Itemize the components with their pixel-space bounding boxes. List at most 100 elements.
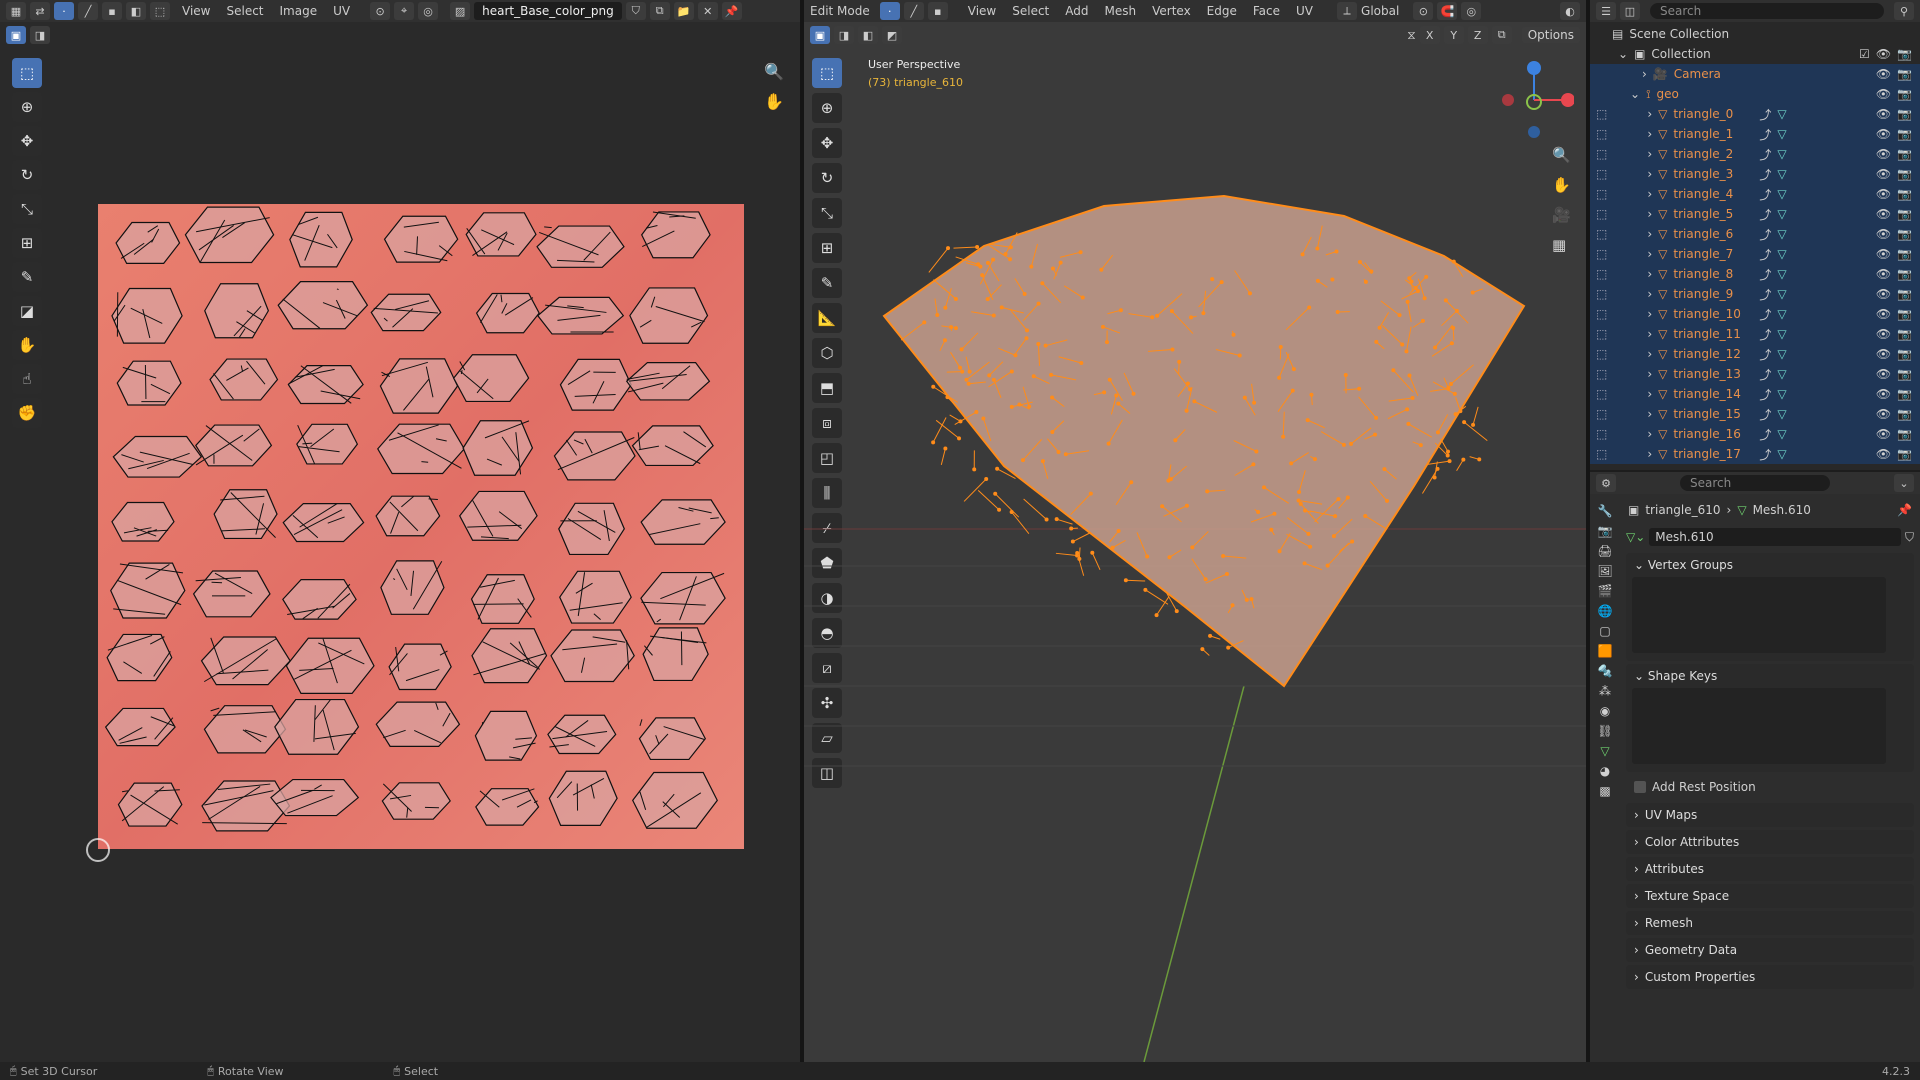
render-icon[interactable]: 📷 bbox=[1897, 427, 1912, 441]
snap-magnet-icon[interactable]: 🧲 bbox=[1437, 2, 1458, 20]
expand-icon[interactable]: › bbox=[1647, 147, 1652, 161]
cursor-tool-icon[interactable]: ⊕ bbox=[12, 92, 42, 122]
outliner-row-triangle[interactable]: ⬚ › ▽ triangle_9 ⤴ ▽ 👁 📷 bbox=[1590, 284, 1920, 304]
render-icon[interactable]: 📷 bbox=[1897, 307, 1912, 321]
collapsed-panel[interactable]: › Geometry Data bbox=[1626, 938, 1914, 962]
fake-user-icon[interactable]: ⛉ bbox=[625, 2, 646, 20]
edit-mode-icon[interactable]: ⬚ bbox=[1596, 267, 1607, 281]
edit-mode-icon[interactable]: ⬚ bbox=[1596, 207, 1607, 221]
render-icon[interactable]: 📷 bbox=[1897, 167, 1912, 181]
outliner-row-triangle[interactable]: ⬚ › ▽ triangle_7 ⤴ ▽ 👁 📷 bbox=[1590, 244, 1920, 264]
expand-icon[interactable]: › bbox=[1647, 407, 1652, 421]
orientation-icon[interactable]: ⟂ bbox=[1337, 2, 1358, 20]
shape-keys-header[interactable]: ⌄ Shape Keys bbox=[1626, 664, 1914, 688]
visibility-icon[interactable]: 👁 bbox=[1876, 387, 1891, 401]
navigation-gizmo[interactable] bbox=[1494, 60, 1575, 140]
auto-merge-icon[interactable]: ⧉ bbox=[1491, 26, 1512, 44]
render-tab-icon[interactable]: 📷 bbox=[1598, 524, 1613, 538]
camera-view-icon[interactable]: 🎥 bbox=[1552, 206, 1571, 224]
vertex-groups-header[interactable]: ⌄ Vertex Groups bbox=[1626, 553, 1914, 577]
visibility-icon[interactable]: 👁 bbox=[1876, 87, 1891, 101]
expand-icon[interactable]: › bbox=[1647, 367, 1652, 381]
collection-row[interactable]: ⌄ ▣ Collection ☑ 👁 📷 bbox=[1590, 44, 1920, 64]
unlink-image-icon[interactable]: ✕ bbox=[697, 2, 718, 20]
render-icon[interactable]: 📷 bbox=[1897, 387, 1912, 401]
expand-icon[interactable]: › bbox=[1647, 347, 1652, 361]
outliner-row-triangle[interactable]: ⬚ › ▽ triangle_6 ⤴ ▽ 👁 📷 bbox=[1590, 224, 1920, 244]
add-rest-position-checkbox[interactable] bbox=[1634, 781, 1646, 793]
outliner-row-triangle[interactable]: ⬚ › ▽ triangle_10 ⤴ ▽ 👁 📷 bbox=[1590, 304, 1920, 324]
display-mode-icon[interactable]: ◫ bbox=[1620, 2, 1640, 20]
vp-menu-select[interactable]: Select bbox=[1012, 4, 1049, 18]
outliner-row-camera[interactable]: › 🎥 Camera 👁 📷 bbox=[1590, 64, 1920, 84]
visibility-icon[interactable]: 👁 bbox=[1876, 187, 1891, 201]
outliner-row-triangle[interactable]: ⬚ › ▽ triangle_5 ⤴ ▽ 👁 📷 bbox=[1590, 204, 1920, 224]
render-icon[interactable]: 📷 bbox=[1897, 127, 1912, 141]
outliner-search[interactable]: Search bbox=[1650, 3, 1884, 19]
outliner-row-triangle[interactable]: ⬚ › ▽ triangle_1 ⤴ ▽ 👁 📷 bbox=[1590, 124, 1920, 144]
move-tool-icon[interactable]: ✥ bbox=[12, 126, 42, 156]
expand-icon[interactable]: › bbox=[1647, 427, 1652, 441]
grab-tool-icon[interactable]: ✋ bbox=[12, 330, 42, 360]
select-mode-new-icon[interactable]: ▣ bbox=[6, 26, 26, 44]
face-mode-icon[interactable]: ▪ bbox=[927, 2, 948, 20]
mirror-x[interactable]: X bbox=[1419, 26, 1440, 44]
outliner-row-triangle[interactable]: ⬚ › ▽ triangle_15 ⤴ ▽ 👁 📷 bbox=[1590, 404, 1920, 424]
properties-options-icon[interactable]: ⌄ bbox=[1894, 474, 1914, 492]
uv-image-canvas[interactable] bbox=[98, 204, 744, 849]
expand-icon[interactable]: › bbox=[1647, 307, 1652, 321]
mesh-browse-icon[interactable]: ▽⌄ bbox=[1626, 530, 1645, 544]
properties-editor-icon[interactable]: ⚙ bbox=[1596, 474, 1616, 492]
expand-icon[interactable]: › bbox=[1647, 107, 1652, 121]
edit-mode-icon[interactable]: ⬚ bbox=[1596, 127, 1607, 141]
sync-selection-icon[interactable]: ⇄ bbox=[30, 2, 50, 20]
render-icon[interactable]: 📷 bbox=[1897, 107, 1912, 121]
editor-type-icon[interactable]: ▦ bbox=[6, 2, 26, 20]
collection-tab-icon[interactable]: ▢ bbox=[1599, 624, 1610, 638]
render-icon[interactable]: 📷 bbox=[1897, 227, 1912, 241]
pan-icon[interactable]: ✋ bbox=[764, 92, 784, 111]
vp-menu-vertex[interactable]: Vertex bbox=[1152, 4, 1191, 18]
outliner-row-triangle[interactable]: ⬚ › ▽ triangle_11 ⤴ ▽ 👁 📷 bbox=[1590, 324, 1920, 344]
annotate-tool-icon[interactable]: ✎ bbox=[12, 262, 42, 292]
vertex-groups-list[interactable] bbox=[1632, 577, 1886, 653]
outliner-row-triangle[interactable]: ⬚ › ▽ triangle_3 ⤴ ▽ 👁 📷 bbox=[1590, 164, 1920, 184]
pivot-point-icon[interactable]: ⊙ bbox=[1413, 2, 1434, 20]
collapsed-panel[interactable]: › Color Attributes bbox=[1626, 830, 1914, 854]
collection-render-icon[interactable]: 📷 bbox=[1897, 47, 1912, 61]
outliner-row-triangle[interactable]: ⬚ › ▽ triangle_13 ⤴ ▽ 👁 📷 bbox=[1590, 364, 1920, 384]
outliner-editor-icon[interactable]: ☰ bbox=[1596, 2, 1616, 20]
collection-visibility-icon[interactable]: 👁 bbox=[1876, 47, 1891, 61]
object-tab-icon[interactable]: 🟧 bbox=[1598, 644, 1613, 658]
render-icon[interactable]: 📷 bbox=[1897, 347, 1912, 361]
expand-icon[interactable]: › bbox=[1647, 127, 1652, 141]
expand-icon[interactable]: › bbox=[1647, 187, 1652, 201]
data-tab-icon[interactable]: ▽ bbox=[1600, 744, 1609, 758]
edit-mode-icon[interactable]: ⬚ bbox=[1596, 447, 1607, 461]
expand-icon[interactable]: › bbox=[1647, 227, 1652, 241]
edge-mode-icon[interactable]: ╱ bbox=[903, 2, 924, 20]
filter-icon[interactable]: ⚲ bbox=[1894, 2, 1914, 20]
3d-viewport[interactable]: Edit Mode · ╱ ▪ View Select Add Mesh Ver… bbox=[804, 0, 1586, 1062]
uv-menu-select[interactable]: Select bbox=[226, 4, 263, 18]
collapsed-panel[interactable]: › Custom Properties bbox=[1626, 965, 1914, 989]
render-icon[interactable]: 📷 bbox=[1897, 327, 1912, 341]
vp-select-extend-icon[interactable]: ◨ bbox=[834, 26, 854, 44]
pinch-tool-icon[interactable]: ✊ bbox=[12, 398, 42, 428]
image-browse-icon[interactable]: ▨ bbox=[450, 2, 471, 20]
outliner-row-triangle[interactable]: ⬚ › ▽ triangle_17 ⤴ ▽ 👁 📷 bbox=[1590, 444, 1920, 464]
edge-select-icon[interactable]: ╱ bbox=[78, 2, 98, 20]
vp-select-new-icon[interactable]: ▣ bbox=[810, 26, 830, 44]
edit-mode-icon[interactable]: ⬚ bbox=[1596, 327, 1607, 341]
overlays-icon[interactable]: ◐ bbox=[1560, 2, 1580, 20]
edit-mode-icon[interactable]: ⬚ bbox=[1596, 427, 1607, 441]
expand-icon[interactable]: › bbox=[1647, 247, 1652, 261]
visibility-icon[interactable]: 👁 bbox=[1876, 287, 1891, 301]
pin-properties-icon[interactable]: 📌 bbox=[1897, 503, 1912, 517]
outliner-row-geo[interactable]: ⌄ ⟟ geo 👁 📷 bbox=[1590, 84, 1920, 104]
expand-collection-icon[interactable]: ⌄ bbox=[1618, 47, 1628, 61]
pin-icon[interactable]: 📌 bbox=[721, 2, 742, 20]
visibility-icon[interactable]: 👁 bbox=[1876, 167, 1891, 181]
vp-menu-view[interactable]: View bbox=[968, 4, 996, 18]
world-tab-icon[interactable]: 🌐 bbox=[1598, 604, 1613, 618]
